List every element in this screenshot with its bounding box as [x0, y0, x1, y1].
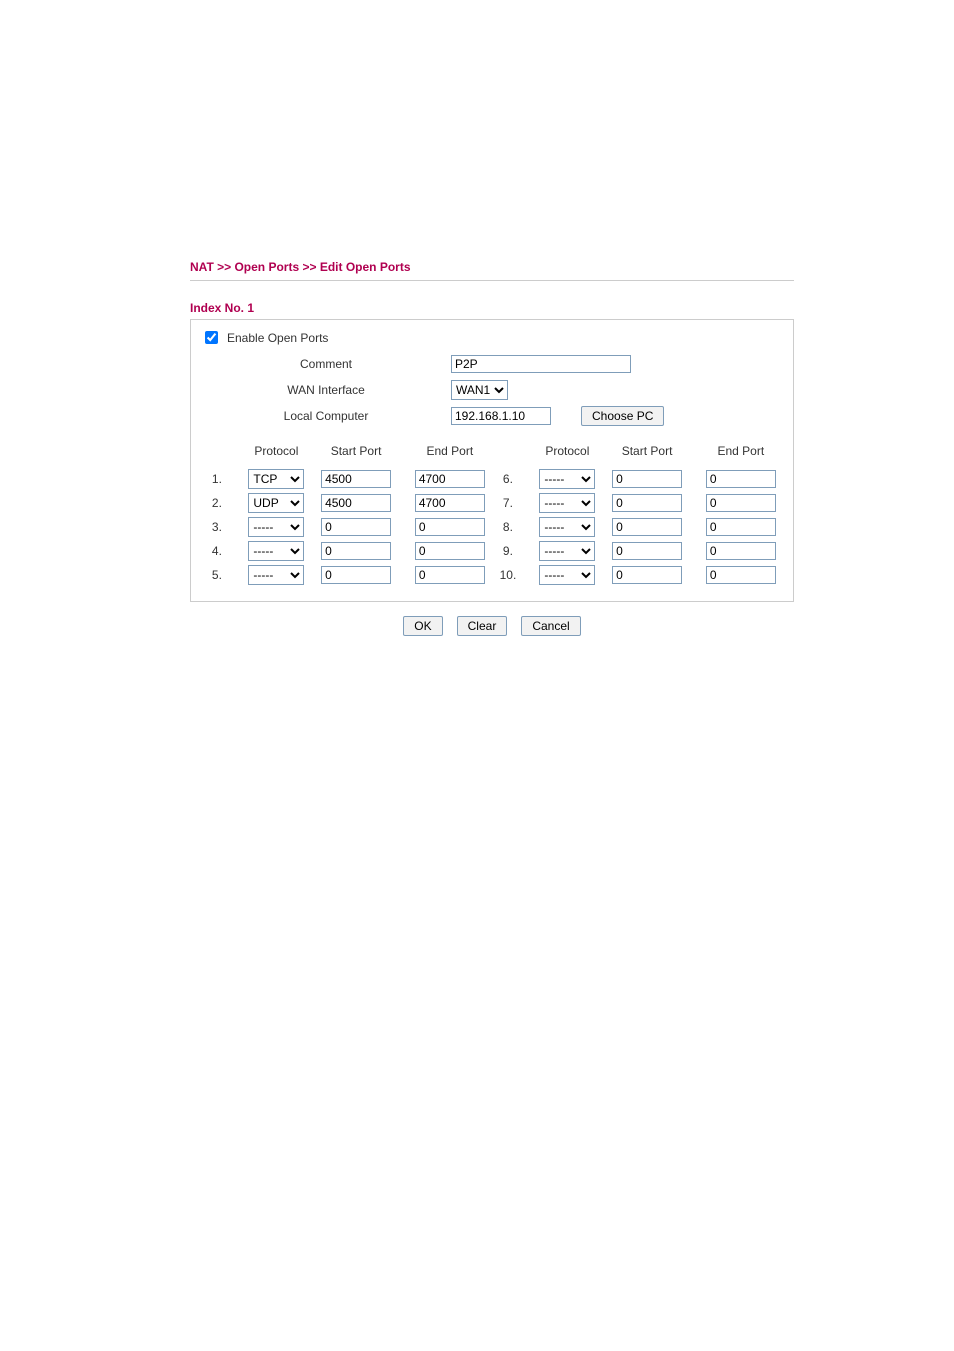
protocol-select[interactable]: -----TCPUDP [539, 469, 595, 489]
enable-checkbox[interactable] [205, 331, 218, 344]
header-start-port: Start Port [314, 444, 398, 458]
start-port-input[interactable] [321, 542, 391, 560]
row-index: 1. [201, 472, 239, 486]
wan-select[interactable]: WAN1 [451, 380, 508, 400]
wan-label: WAN Interface [201, 383, 451, 397]
comment-label: Comment [201, 357, 451, 371]
port-row: 4. -----TCPUDP 9. -----TCPUDP [201, 539, 783, 563]
end-port-input[interactable] [706, 566, 776, 584]
header-start-port-2: Start Port [605, 444, 689, 458]
row-index: 10. [492, 568, 530, 582]
start-port-input[interactable] [612, 518, 682, 536]
start-port-input[interactable] [321, 518, 391, 536]
start-port-input[interactable] [612, 494, 682, 512]
row-index: 6. [492, 472, 530, 486]
header-protocol-2: Protocol [530, 444, 605, 458]
header-end-port-2: End Port [699, 444, 783, 458]
cancel-button[interactable]: Cancel [521, 616, 580, 636]
start-port-input[interactable] [321, 494, 391, 512]
row-index: 2. [201, 496, 239, 510]
clear-button[interactable]: Clear [457, 616, 508, 636]
start-port-input[interactable] [321, 566, 391, 584]
row-index: 7. [492, 496, 530, 510]
row-index: 8. [492, 520, 530, 534]
end-port-input[interactable] [706, 470, 776, 488]
start-port-input[interactable] [612, 566, 682, 584]
start-port-input[interactable] [321, 470, 391, 488]
section-title: Index No. 1 [190, 301, 794, 315]
choose-pc-button[interactable]: Choose PC [581, 406, 664, 426]
protocol-select[interactable]: -----TCPUDP [248, 565, 304, 585]
ok-button[interactable]: OK [403, 616, 442, 636]
protocol-select[interactable]: -----TCPUDP [539, 493, 595, 513]
protocol-select[interactable]: -----TCPUDP [248, 469, 304, 489]
end-port-input[interactable] [415, 470, 485, 488]
end-port-input[interactable] [706, 518, 776, 536]
start-port-input[interactable] [612, 542, 682, 560]
end-port-input[interactable] [415, 518, 485, 536]
protocol-select[interactable]: -----TCPUDP [539, 565, 595, 585]
header-protocol: Protocol [239, 444, 314, 458]
protocol-select[interactable]: -----TCPUDP [248, 517, 304, 537]
protocol-select[interactable]: -----TCPUDP [539, 517, 595, 537]
start-port-input[interactable] [612, 470, 682, 488]
port-row: 5. -----TCPUDP 10. -----TCPUDP [201, 563, 783, 587]
local-label: Local Computer [201, 409, 451, 423]
protocol-select[interactable]: -----TCPUDP [248, 493, 304, 513]
protocol-select[interactable]: -----TCPUDP [539, 541, 595, 561]
port-row: 3. -----TCPUDP 8. -----TCPUDP [201, 515, 783, 539]
end-port-input[interactable] [415, 542, 485, 560]
port-row: 2. -----TCPUDP 7. -----TCPUDP [201, 491, 783, 515]
local-ip-input[interactable] [451, 407, 551, 425]
breadcrumb: NAT >> Open Ports >> Edit Open Ports [190, 260, 794, 281]
row-index: 5. [201, 568, 239, 582]
end-port-input[interactable] [706, 542, 776, 560]
enable-label: Enable Open Ports [227, 331, 328, 345]
open-ports-box: Enable Open Ports Comment WAN Interface … [190, 319, 794, 602]
end-port-input[interactable] [415, 566, 485, 584]
end-port-input[interactable] [706, 494, 776, 512]
end-port-input[interactable] [415, 494, 485, 512]
row-index: 9. [492, 544, 530, 558]
row-index: 3. [201, 520, 239, 534]
comment-input[interactable] [451, 355, 631, 373]
port-header-row: Protocol Start Port End Port Protocol St… [201, 439, 783, 463]
row-index: 4. [201, 544, 239, 558]
protocol-select[interactable]: -----TCPUDP [248, 541, 304, 561]
header-end-port: End Port [408, 444, 492, 458]
port-row: 1. -----TCPUDP 6. -----TCPUDP [201, 467, 783, 491]
